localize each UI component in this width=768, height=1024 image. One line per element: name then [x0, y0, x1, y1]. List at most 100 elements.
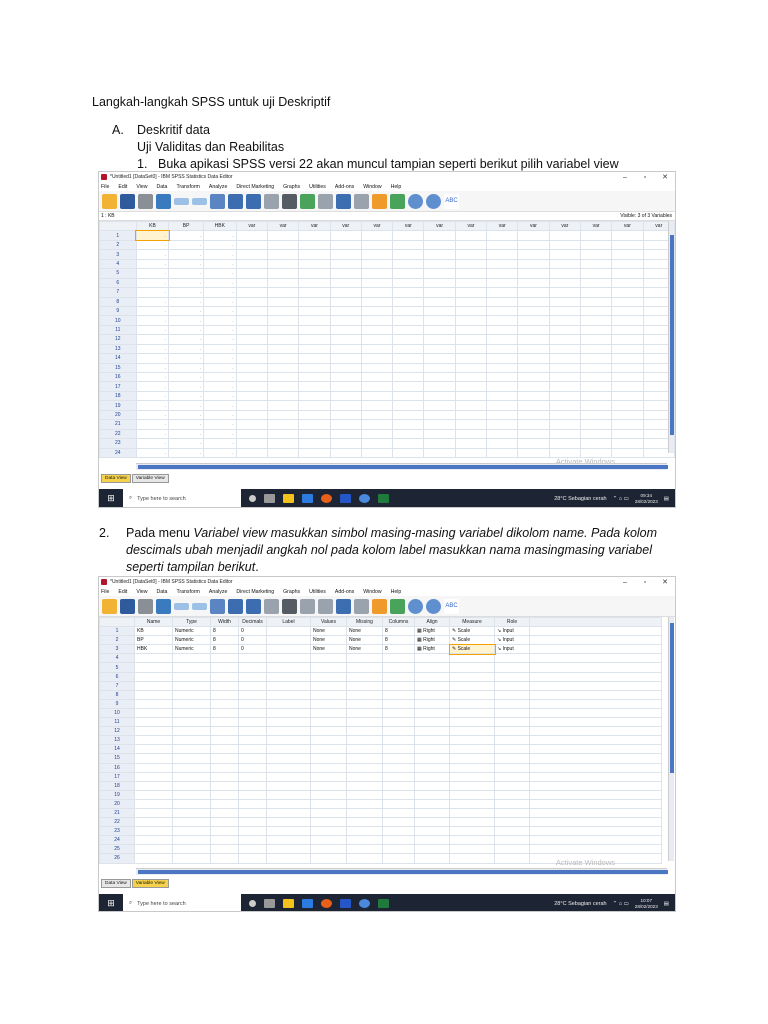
scroll-thumb[interactable] — [670, 235, 674, 435]
column-header[interactable]: var — [298, 220, 331, 232]
data-cell[interactable] — [329, 324, 362, 336]
data-cell[interactable] — [579, 296, 613, 307]
variable-cell[interactable] — [414, 753, 450, 764]
data-cell[interactable] — [548, 343, 581, 355]
variable-cell[interactable]: HBK — [134, 644, 173, 655]
variable-cell[interactable] — [310, 671, 347, 682]
variable-cell[interactable] — [414, 698, 450, 709]
data-cell[interactable] — [329, 447, 362, 458]
data-cell[interactable] — [266, 419, 300, 430]
variable-cell[interactable] — [494, 798, 530, 809]
data-cell[interactable] — [329, 287, 362, 298]
data-cell[interactable]: . — [168, 428, 204, 440]
data-cell[interactable] — [392, 353, 425, 364]
variable-cell[interactable] — [449, 717, 495, 728]
data-cell[interactable] — [298, 447, 331, 458]
data-cell[interactable]: . — [168, 419, 204, 430]
variable-cell[interactable]: Numeric — [172, 626, 211, 637]
row-number[interactable]: 11 — [99, 717, 135, 728]
data-cell[interactable] — [579, 400, 613, 411]
weight-cases-icon[interactable] — [354, 598, 369, 614]
data-cell[interactable] — [579, 239, 613, 251]
variable-cell[interactable]: None — [346, 644, 383, 655]
row-number[interactable]: 14 — [99, 353, 137, 364]
variable-cell[interactable] — [382, 753, 415, 764]
row-number[interactable]: 17 — [99, 381, 137, 392]
row-number[interactable]: 12 — [99, 726, 135, 737]
data-cell[interactable] — [235, 305, 268, 317]
open-folder-icon[interactable] — [102, 193, 117, 209]
variable-cell[interactable] — [414, 707, 450, 719]
variable-cell[interactable] — [134, 771, 173, 782]
variable-cell[interactable] — [414, 689, 450, 700]
data-cell[interactable] — [329, 400, 362, 411]
value-labels-icon[interactable] — [390, 598, 405, 614]
data-cell[interactable] — [298, 287, 331, 298]
data-cell[interactable] — [454, 334, 488, 345]
data-cell[interactable] — [360, 362, 394, 374]
data-cell[interactable]: . — [202, 362, 237, 374]
data-cell[interactable] — [329, 315, 362, 326]
variable-cell[interactable] — [210, 798, 239, 809]
data-cell[interactable] — [392, 362, 425, 374]
data-cell[interactable] — [486, 258, 519, 270]
data-cell[interactable] — [454, 371, 488, 383]
variable-cell[interactable] — [310, 807, 347, 819]
variable-cell[interactable] — [266, 671, 311, 682]
data-cell[interactable] — [423, 239, 456, 251]
menu-graphs[interactable]: Graphs — [283, 589, 300, 595]
variable-cell[interactable] — [266, 735, 311, 746]
data-cell[interactable] — [611, 343, 644, 355]
data-cell[interactable] — [392, 305, 425, 317]
data-cell[interactable] — [548, 324, 581, 336]
row-number[interactable]: 7 — [99, 287, 137, 298]
row-number[interactable]: 20 — [99, 409, 137, 421]
goto-case-icon[interactable] — [210, 598, 225, 614]
variable-cell[interactable] — [172, 689, 211, 700]
firefox-icon[interactable] — [321, 494, 332, 503]
variable-cell[interactable]: 8 — [210, 635, 239, 646]
data-cell[interactable]: . — [168, 324, 204, 336]
data-cell[interactable] — [392, 249, 425, 260]
clock[interactable]: 10:07 28/02/2023 — [635, 898, 658, 909]
data-cell[interactable] — [517, 381, 550, 392]
variable-cell[interactable] — [172, 762, 211, 773]
data-cell[interactable] — [329, 362, 362, 374]
data-cell[interactable] — [392, 371, 425, 383]
row-number[interactable]: 26 — [99, 853, 135, 864]
data-cell[interactable] — [517, 334, 550, 345]
variable-cell[interactable] — [494, 726, 530, 737]
variable-cell[interactable] — [210, 662, 239, 673]
data-cell[interactable] — [611, 258, 644, 270]
variable-cell[interactable] — [238, 680, 267, 691]
find-binoculars-icon[interactable] — [282, 193, 297, 209]
variable-cell[interactable] — [449, 744, 495, 755]
variable-cell[interactable] — [134, 726, 173, 737]
variable-cell[interactable] — [382, 653, 415, 664]
data-cell[interactable] — [266, 230, 300, 241]
data-cell[interactable] — [329, 428, 362, 440]
variable-cell[interactable] — [172, 817, 211, 828]
data-cell[interactable] — [235, 371, 268, 383]
data-cell[interactable] — [392, 334, 425, 345]
variable-cell[interactable] — [238, 853, 267, 864]
variable-cell[interactable] — [346, 680, 383, 691]
data-cell[interactable] — [329, 409, 362, 421]
data-cell[interactable] — [235, 268, 268, 279]
variable-cell[interactable] — [238, 771, 267, 782]
data-cell[interactable] — [548, 409, 581, 421]
recall-dialog-icon[interactable] — [156, 598, 171, 614]
column-header[interactable]: var — [266, 220, 300, 232]
column-header[interactable]: Decimals — [238, 616, 267, 628]
row-number[interactable]: 10 — [99, 707, 135, 719]
data-cell[interactable] — [266, 277, 300, 289]
variable-cell[interactable] — [210, 744, 239, 755]
data-cell[interactable] — [486, 305, 519, 317]
data-cell[interactable] — [454, 230, 488, 241]
variable-cell[interactable]: None — [310, 626, 347, 637]
data-cell[interactable] — [266, 305, 300, 317]
variable-cell[interactable] — [494, 671, 530, 682]
variable-cell[interactable] — [134, 671, 173, 682]
tab-data-view[interactable]: Data View — [101, 474, 131, 483]
data-cell[interactable] — [360, 343, 394, 355]
